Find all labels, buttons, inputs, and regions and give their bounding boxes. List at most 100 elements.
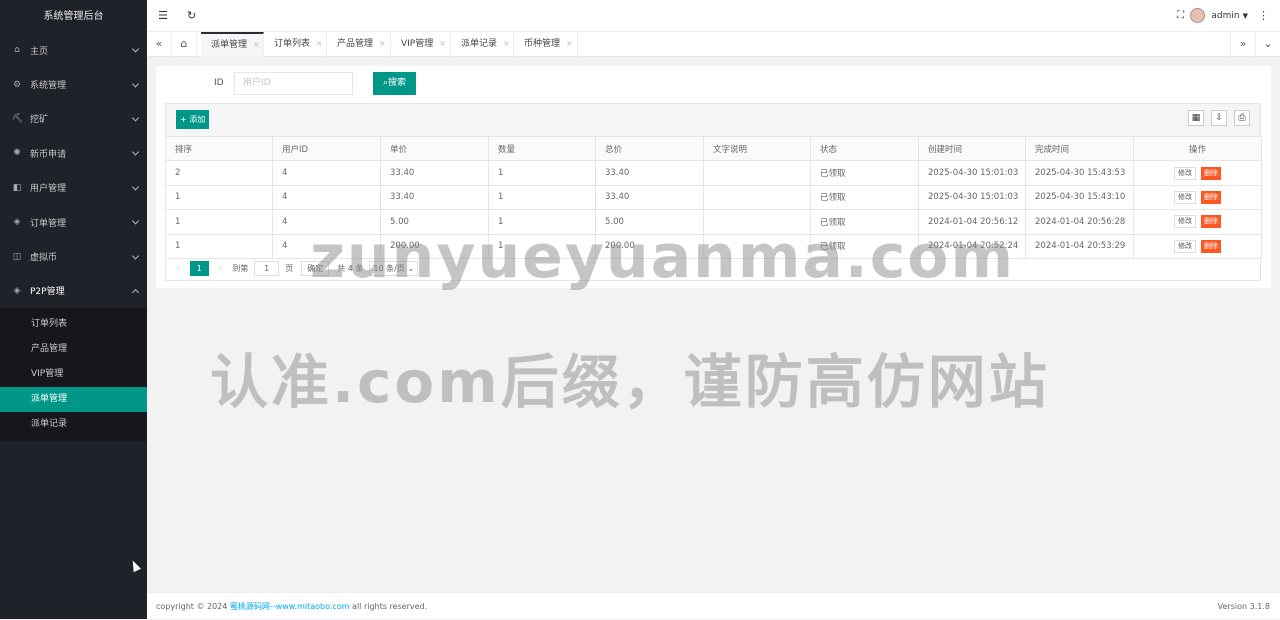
- tab-4[interactable]: 派单记录 ×: [451, 32, 514, 57]
- submenu-item-4[interactable]: 派单记录: [0, 412, 147, 437]
- currency-icon: ◫: [12, 251, 22, 262]
- close-icon[interactable]: ×: [566, 39, 573, 48]
- chevron-down-icon: [131, 45, 140, 53]
- sidebar-item-4[interactable]: ◧ 用户管理: [0, 171, 147, 205]
- chevron-down-icon: [131, 80, 140, 88]
- tab-0[interactable]: 派单管理 ×: [201, 32, 264, 57]
- sidebar-item-6[interactable]: ◫ 虚拟币: [0, 239, 147, 273]
- edit-button[interactable]: 修改: [1174, 166, 1196, 180]
- coin-icon: ✺: [13, 148, 21, 159]
- submenu-item-0[interactable]: 订单列表: [0, 312, 147, 337]
- submenu-item-1[interactable]: 产品管理: [0, 337, 147, 362]
- current-page[interactable]: 1: [189, 261, 209, 276]
- print-icon[interactable]: ⎙: [1234, 110, 1250, 126]
- close-icon[interactable]: ×: [439, 39, 446, 48]
- table-cell: 1: [165, 184, 273, 211]
- table-cell: 1: [165, 233, 273, 259]
- home-tab-icon[interactable]: ⌂: [172, 32, 197, 57]
- table-cell: [703, 184, 811, 211]
- table-cell: 2025-04-30 15:43:53: [1025, 160, 1134, 186]
- order-icon: ◈: [13, 217, 21, 228]
- sidebar-item-label: 订单管理: [30, 218, 67, 229]
- refresh-icon[interactable]: ↻: [187, 0, 196, 32]
- next-page-icon[interactable]: ›: [219, 264, 223, 274]
- tab-5[interactable]: 币种管理 ×: [514, 32, 578, 57]
- chevron-down-icon: [131, 217, 140, 225]
- delete-button[interactable]: 删除: [1201, 239, 1221, 253]
- tab-3[interactable]: VIP管理 ×: [391, 32, 451, 57]
- add-button[interactable]: + 添加: [176, 110, 210, 129]
- tabs-menu-chevron-down-icon[interactable]: ⌄: [1255, 32, 1280, 57]
- more-icon[interactable]: ⋮: [1258, 0, 1269, 32]
- row-actions: 修改 删除: [1133, 233, 1262, 259]
- gear-icon: ⚙: [12, 79, 22, 90]
- table-header-row: 排序 用户ID 单价 数量 总价 文字说明 状态 创建时间 完成时间 操作: [165, 135, 1262, 162]
- table-cell: [703, 160, 811, 186]
- footer-link[interactable]: 蜜桃源码网--www.mitaobo.com: [230, 602, 350, 611]
- edit-button[interactable]: 修改: [1174, 239, 1196, 253]
- tabs-scroll-right-icon[interactable]: »: [1230, 32, 1255, 57]
- sidebar-item-7[interactable]: ◈ P2P管理: [0, 274, 147, 308]
- table-toolbar: + 添加 ▦ ⇩ ⎙: [165, 103, 1261, 136]
- tabs-scroll-left-icon[interactable]: «: [147, 32, 172, 57]
- fullscreen-icon[interactable]: ⛶: [1177, 0, 1184, 32]
- columns-filter-icon[interactable]: ▦: [1188, 110, 1204, 126]
- edit-button[interactable]: 修改: [1174, 215, 1196, 229]
- close-icon[interactable]: ×: [316, 39, 323, 48]
- app-title: 系统管理后台: [43, 11, 104, 22]
- tab-2[interactable]: 产品管理 ×: [327, 32, 391, 57]
- delete-button[interactable]: 删除: [1201, 166, 1221, 180]
- close-icon[interactable]: ×: [503, 39, 510, 48]
- tab-1[interactable]: 订单列表 ×: [264, 32, 327, 57]
- search-button[interactable]: ⌕搜索: [373, 72, 416, 95]
- close-icon[interactable]: ×: [379, 39, 386, 48]
- column-header: 单价: [380, 135, 489, 162]
- p2p-submenu: 订单列表 产品管理 VIP管理 派单管理 派单记录: [0, 308, 147, 442]
- sidebar-item-3[interactable]: ✺ 新币申请: [0, 136, 147, 170]
- watermark-domain: zunyueyuanma.com: [310, 222, 1016, 292]
- column-header: 用户ID: [272, 135, 381, 162]
- sidebar-item-2[interactable]: ⛏ 挖矿: [0, 102, 147, 136]
- caret-down-icon: ▼: [1242, 11, 1248, 20]
- submenu-item-3[interactable]: 派单管理: [0, 387, 147, 413]
- tab-label: 订单列表: [274, 39, 311, 49]
- export-icon[interactable]: ⇩: [1211, 110, 1227, 126]
- user-icon: ◧: [12, 182, 22, 193]
- column-header: 文字说明: [703, 135, 811, 162]
- copyright-suffix: all rights reserved.: [349, 602, 428, 611]
- copyright-text: copyright © 2024: [156, 602, 230, 611]
- table-cell: 2024-01-04 20:56:28: [1025, 209, 1134, 235]
- close-icon[interactable]: ×: [253, 40, 260, 49]
- page-input[interactable]: 1: [254, 261, 280, 276]
- prev-page-icon[interactable]: ‹: [176, 264, 180, 274]
- edit-button[interactable]: 修改: [1174, 190, 1196, 204]
- sidebar-item-label: P2P管理: [30, 287, 65, 298]
- sidebar-item-label: 挖矿: [30, 115, 49, 126]
- plus-icon: +: [180, 115, 190, 124]
- column-header: 状态: [810, 135, 919, 162]
- table-cell: 33.40: [595, 160, 704, 186]
- top-bar: ☰ ↻ ⛶ admin ▼ ⋮: [147, 0, 1280, 32]
- row-actions: 修改 删除: [1133, 209, 1262, 235]
- chevron-down-icon: [131, 148, 140, 156]
- sidebar-item-5[interactable]: ◈ 订单管理: [0, 205, 147, 239]
- delete-button[interactable]: 删除: [1201, 215, 1221, 229]
- mining-icon: ⛏: [12, 113, 24, 124]
- row-actions: 修改 删除: [1133, 184, 1262, 211]
- column-header: 创建时间: [918, 135, 1026, 162]
- table-cell: 2: [165, 160, 273, 186]
- sidebar-item-0[interactable]: ⌂ 主页: [0, 33, 147, 67]
- row-actions: 修改 删除: [1133, 160, 1262, 186]
- sidebar-item-label: 新币申请: [30, 149, 67, 160]
- user-id-input[interactable]: 用户ID: [234, 72, 353, 95]
- tab-label: VIP管理: [401, 39, 434, 49]
- sidebar-item-label: 系统管理: [30, 81, 67, 92]
- submenu-item-2[interactable]: VIP管理: [0, 362, 147, 387]
- user-menu[interactable]: admin ▼: [1190, 8, 1248, 23]
- chevron-down-icon: [131, 183, 140, 191]
- sidebar-item-1[interactable]: ⚙ 系统管理: [0, 67, 147, 101]
- table-cell: 2025-04-30 15:01:03: [918, 160, 1026, 186]
- delete-button[interactable]: 删除: [1201, 190, 1221, 204]
- menu-fold-icon[interactable]: ☰: [158, 0, 168, 32]
- avatar: [1190, 8, 1206, 23]
